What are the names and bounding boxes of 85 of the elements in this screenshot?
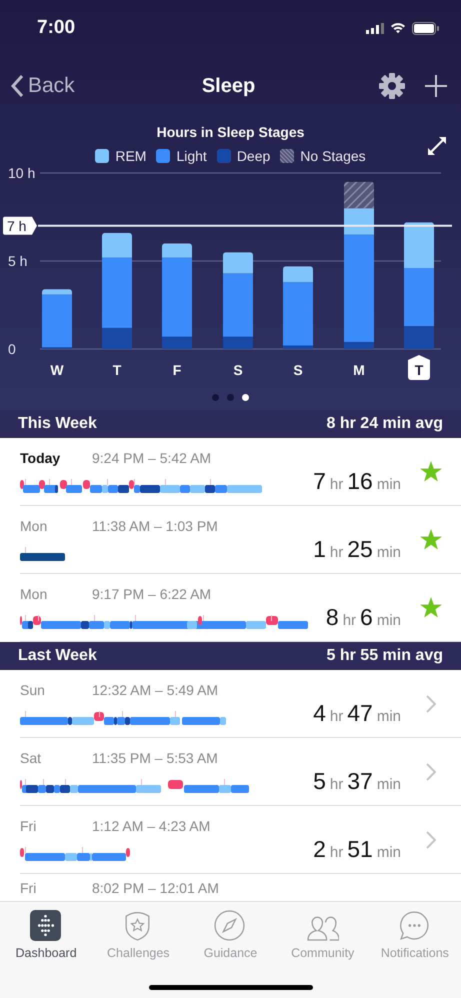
duration-unit: min — [376, 844, 401, 861]
ref-line-label: 7 h — [7, 218, 26, 234]
day-label: Today — [20, 450, 62, 466]
expand-icon[interactable] — [427, 136, 447, 156]
x-axis-label[interactable]: W — [50, 362, 64, 378]
section-average: 5 hr 55 min avg — [326, 647, 443, 665]
legend-label: Deep — [236, 148, 270, 164]
x-axis-label[interactable]: F — [172, 362, 182, 378]
duration-hours: 4 — [313, 700, 326, 727]
duration-minutes: 37 — [347, 768, 373, 795]
time-range: 11:38 AM – 1:03 PM — [92, 518, 218, 534]
day-label: Fri — [20, 880, 38, 896]
page-dot[interactable] — [227, 394, 234, 400]
tab-bar-item[interactable]: Dashboard — [0, 910, 92, 960]
duration-hours: 5 — [313, 768, 326, 795]
day-label: Fri — [20, 818, 38, 834]
duration-unit: min — [376, 476, 401, 493]
duration-unit: min — [376, 544, 401, 561]
duration-unit: hr — [342, 612, 356, 629]
star-icon — [420, 529, 442, 550]
duration-hours: 2 — [313, 836, 326, 863]
day-label: Sun — [20, 682, 46, 698]
duration-minutes: 6 — [360, 604, 373, 631]
duration-unit: hr — [330, 844, 344, 861]
x-axis-label[interactable]: S — [233, 362, 243, 378]
screen-title: Sleep — [202, 74, 256, 98]
time-range: 11:35 PM – 5:53 AM — [92, 750, 218, 766]
page-dot[interactable] — [212, 394, 219, 400]
legend-label: No Stages — [300, 148, 366, 164]
day-label: Sat — [20, 750, 42, 766]
y-tick-label: 0 — [8, 341, 16, 357]
y-tick-label: 5 h — [8, 253, 28, 269]
legend-label: REM — [115, 148, 146, 164]
page-dot[interactable] — [242, 394, 249, 400]
add-icon[interactable] — [425, 75, 447, 97]
x-axis-label[interactable]: T — [112, 362, 122, 378]
duration-hours: 1 — [313, 536, 326, 563]
section-average: 8 hr 24 min avg — [326, 415, 443, 433]
duration-unit: hr — [330, 776, 344, 793]
dots-logo-icon — [30, 910, 62, 941]
x-axis-label[interactable]: M — [353, 362, 365, 378]
sleep-stages-drawing — [20, 546, 65, 562]
duration-unit: min — [376, 776, 401, 793]
x-axis-label[interactable]: S — [293, 362, 303, 378]
signal-icon — [366, 22, 384, 34]
duration-minutes: 51 — [347, 836, 373, 863]
time-range: 12:32 AM – 5:49 AM — [92, 682, 218, 698]
y-tick-label: 10 h — [8, 165, 36, 181]
chat-bubble-icon — [398, 910, 431, 941]
back-button[interactable]: Back — [10, 74, 75, 98]
bar-segment — [404, 222, 434, 268]
section-title: This Week — [18, 415, 97, 433]
compass-icon — [214, 910, 246, 941]
x-axis-label[interactable]: T — [414, 362, 424, 378]
duration-hours: 8 — [326, 604, 339, 631]
time-range: 9:17 PM – 6:22 AM — [92, 586, 212, 602]
day-label: Mon — [20, 518, 48, 534]
chevron-icon[interactable] — [426, 694, 436, 712]
chevron-icon[interactable] — [426, 830, 436, 848]
back-chevron-icon — [10, 74, 24, 98]
duration-unit: min — [376, 708, 401, 725]
status-time: 7:00 — [37, 17, 76, 39]
legend-label: Light — [176, 148, 207, 164]
time-range: 8:02 PM – 12:01 AM — [92, 880, 219, 896]
duration-minutes: 25 — [347, 536, 373, 563]
duration-unit: min — [376, 612, 401, 629]
settings-icon[interactable] — [379, 73, 405, 99]
section-title: Last Week — [18, 647, 97, 665]
chart-title: Hours in Sleep Stages — [156, 124, 304, 140]
duration-hours: 7 — [313, 468, 326, 495]
bar-segment — [344, 182, 374, 208]
duration-unit: hr — [330, 476, 344, 493]
battery-icon — [412, 22, 439, 34]
star-icon — [420, 597, 442, 618]
duration-minutes: 16 — [347, 468, 373, 495]
duration-minutes: 47 — [347, 700, 373, 727]
star-icon — [420, 461, 442, 482]
chevron-icon[interactable] — [426, 762, 436, 780]
time-range: 1:12 AM – 4:23 AM — [92, 818, 210, 834]
duration-unit: hr — [330, 544, 344, 561]
goal-label: 7 h — [3, 216, 37, 235]
time-range: 9:24 PM – 5:42 AM — [92, 450, 212, 466]
duration-unit: hr — [330, 708, 344, 725]
day-label: Mon — [20, 586, 48, 602]
wifi-icon — [390, 22, 406, 34]
